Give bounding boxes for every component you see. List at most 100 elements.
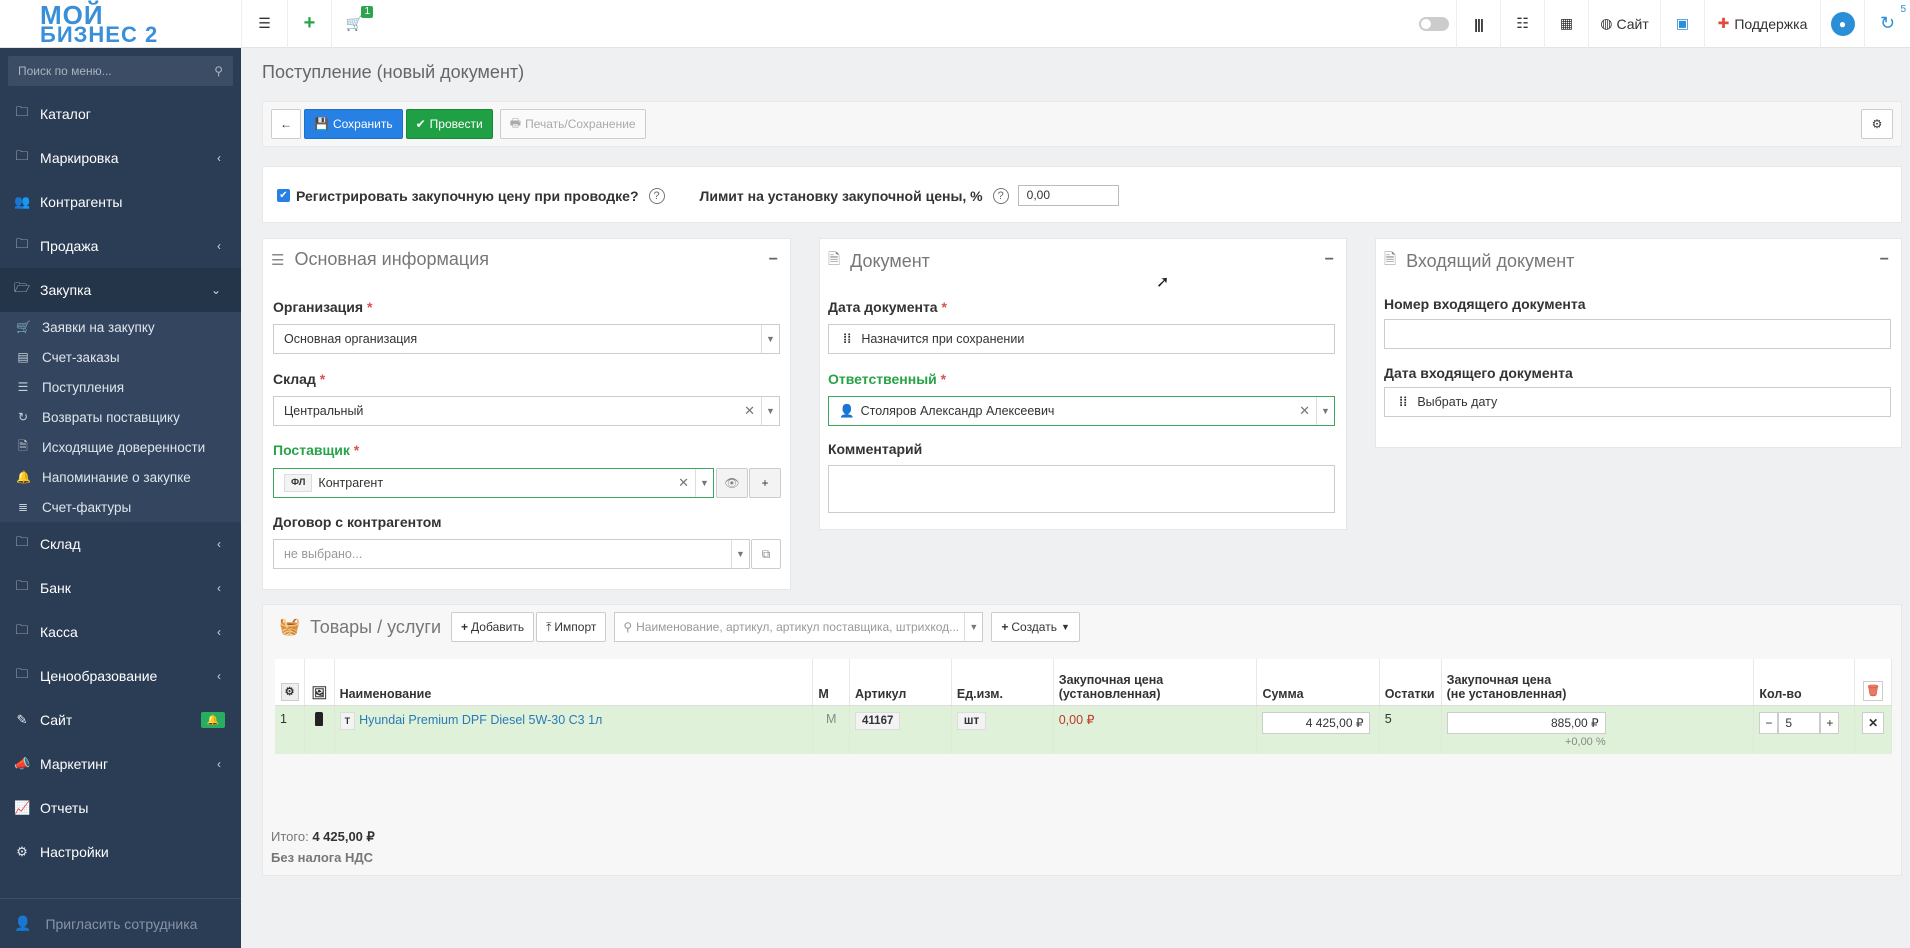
incoming-date-input[interactable]: ⁞⁞ Выбрать дату: [1384, 387, 1891, 417]
sidebar-item-pricing[interactable]: 🗀 Ценообразование ‹: [0, 654, 241, 698]
save-button[interactable]: 💾 Сохранить: [304, 109, 403, 139]
sidebar-item-warehouse[interactable]: 🗀 Склад ‹: [0, 522, 241, 566]
comment-textarea[interactable]: [828, 465, 1335, 513]
qty-increase-button[interactable]: +: [1820, 711, 1840, 734]
caret-down-icon: ▼: [731, 540, 749, 568]
logo-mark: МОЙ БИЗНЕС 2: [40, 2, 158, 46]
profile-button[interactable]: ●: [1820, 0, 1864, 48]
sidebar-subitem-returns[interactable]: ↻ Возвраты поставщику: [0, 402, 241, 432]
row-price-unset-input[interactable]: 885,00 ₽: [1446, 711, 1606, 734]
menu-search-input[interactable]: Поиск по меню...: [18, 64, 112, 78]
row-name-link[interactable]: Hyundai Premium DPF Diesel 5W-30 C3 1л: [359, 713, 602, 727]
sidebar-item-contractors[interactable]: 👥 Контрагенты: [0, 180, 241, 224]
view-supplier-button[interactable]: 👁: [716, 468, 748, 498]
menu-toggle-button[interactable]: ☰: [241, 0, 287, 48]
sidebar-subitem-proxies[interactable]: 🗎 Исходящие доверенности: [0, 432, 241, 462]
add-supplier-button[interactable]: +: [749, 468, 781, 498]
sidebar-item-purchase[interactable]: 🗁 Закупка ⌄: [0, 268, 241, 312]
collapse-icon[interactable]: −: [1325, 251, 1334, 269]
qty-input[interactable]: 5: [1778, 711, 1821, 734]
supplier-select[interactable]: ФЛ Контрагент ✕ ▼: [273, 468, 714, 498]
invite-label: Пригласить сотрудника: [45, 915, 198, 932]
sidebar-subitem-purchase-requests[interactable]: 🛒 Заявки на закупку: [0, 312, 241, 342]
barcode-button[interactable]: |||: [1456, 0, 1500, 48]
external-link-icon: ⧉: [761, 546, 771, 561]
clear-icon[interactable]: ✕: [1299, 403, 1310, 419]
incoming-number-input[interactable]: [1384, 319, 1891, 349]
col-stock: Остатки: [1379, 659, 1442, 706]
sidebar-item-reports[interactable]: 📈 Отчеты: [0, 786, 241, 830]
help-icon[interactable]: ?: [992, 187, 1009, 204]
warehouse-select[interactable]: Центральный ✕ ▼: [273, 396, 780, 426]
row-stock: 5: [1379, 705, 1442, 754]
tasks-button[interactable]: ☷: [1500, 0, 1544, 48]
total-value: 4 425,00 ₽: [312, 829, 375, 844]
responsible-label: Ответственный *: [828, 371, 947, 387]
col-qty: Кол-во: [1753, 659, 1856, 706]
sidebar-item-settings[interactable]: ⚙ Настройки: [0, 830, 241, 874]
import-button[interactable]: ⤒ Импорт: [536, 612, 607, 642]
collapse-icon[interactable]: −: [769, 251, 778, 269]
logo[interactable]: МОЙ БИЗНЕС 2: [0, 0, 241, 48]
org-select[interactable]: Основная организация ▼: [273, 324, 780, 354]
search-icon: ⚲: [214, 64, 223, 78]
align-left-icon: ☰: [17, 380, 29, 394]
row-name-cell: Т Hyundai Premium DPF Diesel 5W-30 C3 1л: [334, 705, 814, 754]
sidebar-subitem-receipts[interactable]: ☰ Поступления: [0, 372, 241, 402]
sidebar-subitem-label: Счет-заказы: [42, 349, 120, 365]
print-button[interactable]: 🖶 Печать/Сохранение: [499, 109, 646, 139]
clear-icon[interactable]: ✕: [744, 403, 755, 419]
col-settings[interactable]: ⚙: [275, 659, 306, 706]
post-button[interactable]: ✔ Провести: [405, 109, 493, 139]
folder-open-icon: 🗁: [14, 280, 31, 295]
goods-search-input[interactable]: ⚲ Наименование, артикул, артикул поставщи…: [614, 612, 984, 642]
limit-input[interactable]: 0,00: [1017, 185, 1119, 206]
col-delete-all[interactable]: 🗑: [1854, 659, 1892, 706]
responsible-select[interactable]: 👤 Столяров Александр Алексеевич ✕ ▼: [828, 396, 1335, 426]
calendar-button[interactable]: ▦: [1544, 0, 1588, 48]
sidebar-item-marketing[interactable]: 📣 Маркетинг ‹: [0, 742, 241, 786]
print-icon: 🖶: [509, 115, 522, 130]
create-dropdown[interactable]: + Создать ▼: [991, 612, 1080, 642]
sidebar-item-site[interactable]: ✎ Сайт 🔔: [0, 698, 241, 742]
trash-icon: 🗑: [1863, 680, 1884, 701]
app-button[interactable]: ▣: [1660, 0, 1704, 48]
back-button[interactable]: ←: [271, 109, 301, 139]
sidebar-item-marking[interactable]: 🗀 Маркировка ‹: [0, 136, 241, 180]
sidebar-item-cashbox[interactable]: 🗀 Касса ‹: [0, 610, 241, 654]
settings-button[interactable]: ⚙: [1861, 109, 1893, 139]
help-icon[interactable]: ?: [648, 187, 665, 204]
theme-toggle[interactable]: [1412, 0, 1456, 48]
folder-icon: 🗀: [15, 148, 29, 163]
cart-button[interactable]: 🛒 1: [331, 0, 377, 48]
notifications-button[interactable]: ↻ 5: [1864, 0, 1910, 48]
sidebar-subitem-reminders[interactable]: 🔔 Напоминание о закупке: [0, 462, 241, 492]
sidebar-subitem-invoice-facturas[interactable]: ≣ Счет-фактуры: [0, 492, 241, 522]
doc-date-input[interactable]: ⁞⁞ Назначится при сохранении: [828, 324, 1335, 354]
sidebar-item-catalog[interactable]: 🗀 Каталог: [0, 92, 241, 136]
vat-note: Без налога НДС: [271, 850, 374, 865]
register-price-checkbox[interactable]: ✔: [277, 189, 290, 202]
list-icon: ≣: [17, 500, 29, 514]
contract-select[interactable]: не выбрано... ▼: [273, 539, 750, 569]
add-button[interactable]: +: [287, 0, 331, 48]
org-label: Организация *: [273, 299, 373, 315]
sidebar-item-bank[interactable]: 🗀 Банк ‹: [0, 566, 241, 610]
clear-icon[interactable]: ✕: [678, 475, 689, 491]
add-goods-button[interactable]: + Добавить: [451, 612, 535, 642]
invite-employee-button[interactable]: 👤 Пригласить сотрудника: [0, 898, 241, 948]
site-button[interactable]: ◍ Сайт: [1588, 0, 1660, 48]
sidebar-subitem-invoices-orders[interactable]: ▤ Счет-заказы: [0, 342, 241, 372]
goods-panel: 🧺 Товары / услуги + Добавить ⤒ Импорт ⚲ Наим…: [262, 604, 1902, 876]
supplier-value: Контрагент: [318, 476, 384, 490]
qty-decrease-button[interactable]: −: [1759, 711, 1779, 734]
collapse-icon[interactable]: −: [1880, 251, 1889, 269]
open-contract-button[interactable]: ⧉: [751, 539, 781, 569]
support-button[interactable]: ✚ Поддержка: [1704, 0, 1820, 48]
contract-label: Договор с контрагентом: [273, 514, 442, 530]
row-sum-input[interactable]: 4 425,00 ₽: [1262, 711, 1371, 734]
row-delete-button[interactable]: ✕: [1862, 711, 1885, 734]
menu-search[interactable]: Поиск по меню... ⚲: [8, 56, 233, 86]
top-bar: МОЙ БИЗНЕС 2 ☰ + 🛒 1 ||| ☷ ▦ ◍ Сайт ▣ ✚ Под…: [0, 0, 1910, 48]
sidebar-item-sales[interactable]: 🗀 Продажа ‹: [0, 224, 241, 268]
